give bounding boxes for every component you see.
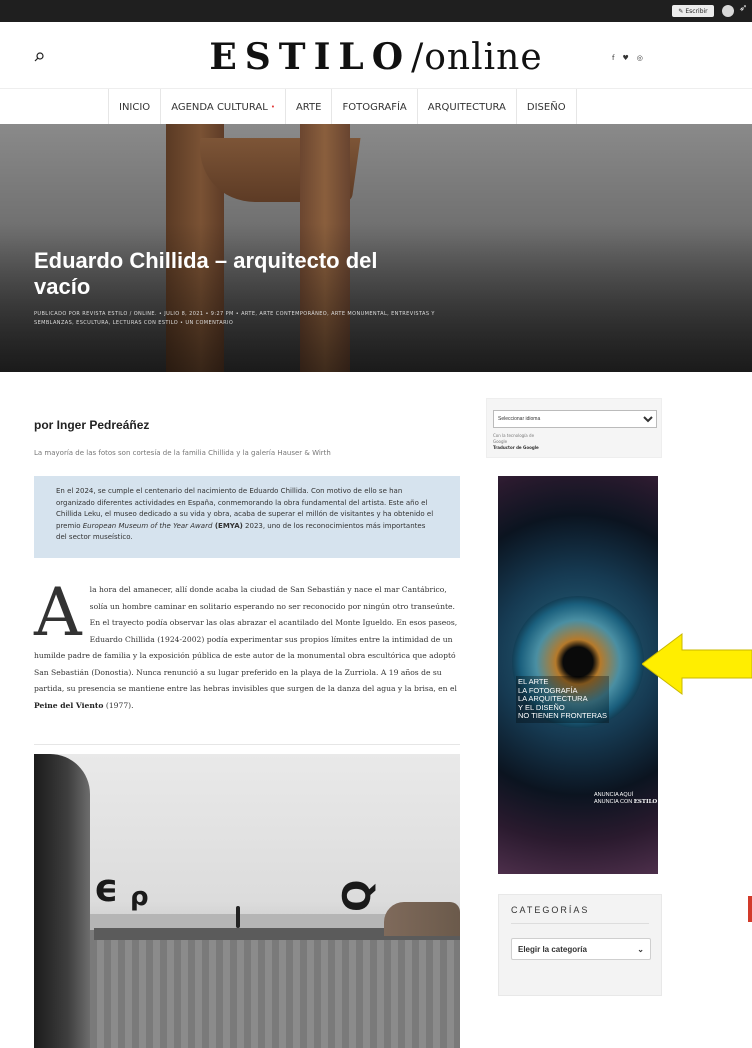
post-title: Eduardo Chillida – arquitecto del vacío <box>34 248 378 299</box>
ad-cta-line: ANUNCIA AQUÍ <box>594 792 634 798</box>
photo-credit: La mayoría de las fotos son cortesía de … <box>34 449 331 457</box>
divider <box>34 744 460 745</box>
nav-label: DISEÑO <box>526 101 566 113</box>
paragraph-text: la hora del amanecer, allí donde acaba l… <box>34 585 458 693</box>
person-figure <box>236 906 240 928</box>
logo-slash: / <box>411 37 425 78</box>
nav-item-agenda[interactable]: AGENDA CULTURAL • <box>161 89 286 125</box>
social-links: f ♥ ◎ <box>612 54 643 62</box>
site-header: ESTILO/online f ♥ ◎ <box>0 22 752 88</box>
ad-banner[interactable]: EL ARTE LA FOTOGRAFÍA LA ARQUITECTURA Y … <box>498 476 658 874</box>
nav-item-inicio[interactable]: INICIO <box>108 89 162 125</box>
write-label: Escribir <box>685 7 708 15</box>
ad-cta-line: ANUNCIA CON <box>594 799 634 805</box>
powered-by: Con la tecnología de Google Traductor de… <box>493 433 655 451</box>
sculpture-icon: ϵ <box>94 866 119 910</box>
post-meta: PUBLICADO POR REVISTA ESTILO / ONLINE. •… <box>34 311 435 326</box>
info-box: En el 2024, se cumple el centenario del … <box>34 476 460 558</box>
language-select[interactable]: Seleccionar idioma <box>493 410 657 428</box>
dropdown-dot-icon: • <box>270 103 275 111</box>
article-body: A la hora del amanecer, allí donde acaba… <box>34 574 460 714</box>
nav-item-fotografia[interactable]: FOTOGRAFÍA <box>332 89 418 125</box>
logo-estilo: ESTILO <box>209 36 412 78</box>
red-marker <box>748 896 752 922</box>
nav-label: ARTE <box>295 101 322 113</box>
nav-item-arquitectura[interactable]: ARQUITECTURA <box>418 89 517 125</box>
category-select[interactable]: Elegir la categoría ⌄ <box>511 938 651 960</box>
nav-label: INICIO <box>119 101 151 113</box>
nav-item-diseno[interactable]: DISEÑO <box>517 89 577 125</box>
artwork-title: Peine del Viento <box>34 700 104 710</box>
avatar[interactable] <box>722 5 734 17</box>
admin-bar: ✎ Escribir ➶ <box>0 0 752 22</box>
write-button[interactable]: ✎ Escribir <box>672 5 714 17</box>
ad-cta-brand: ESTILO <box>633 799 658 805</box>
sculpture-icon: ℺ <box>340 874 376 918</box>
instagram-icon[interactable]: ◎ <box>637 54 643 62</box>
main-nav: INICIO AGENDA CULTURAL • ARTE FOTOGRAFÍA … <box>0 88 752 125</box>
categories-widget: CATEGORÍAS Elegir la categoría ⌄ <box>498 894 662 996</box>
ad-line: NO TIENEN FRONTERAS <box>518 711 608 720</box>
categories-title: CATEGORÍAS <box>511 905 649 924</box>
author-byline: por Inger Pedreáñez <box>34 418 150 432</box>
nav-label: ARQUITECTURA <box>427 101 506 113</box>
award-name: European Museum of the Year Award <box>82 521 213 530</box>
award-acronym: (EMYA) <box>212 521 243 530</box>
ad-text: EL ARTE LA FOTOGRAFÍA LA ARQUITECTURA Y … <box>516 676 610 723</box>
hero-image: Eduardo Chillida – arquitecto del vacío … <box>0 124 752 372</box>
twitter-icon[interactable]: ♥ <box>622 54 628 62</box>
rocket-icon[interactable]: ➶ <box>739 3 747 14</box>
rock <box>384 902 460 936</box>
sculpture-icon: ρ <box>130 882 149 912</box>
category-select-value: Elegir la categoría <box>518 944 587 954</box>
rock <box>34 754 90 1048</box>
article-photo: ϵ ρ ℺ <box>34 754 460 1048</box>
logo-online: online <box>424 37 543 78</box>
facebook-icon[interactable]: f <box>612 54 614 62</box>
translate-link[interactable]: Traductor de Google <box>493 445 539 450</box>
paragraph-text: (1977). <box>103 700 134 710</box>
arrow-left-icon <box>642 633 752 695</box>
language-widget: Seleccionar idioma Con la tecnología de … <box>486 398 662 458</box>
nav-item-arte[interactable]: ARTE <box>286 89 333 125</box>
chevron-down-icon: ⌄ <box>637 944 644 954</box>
ad-cta: ANUNCIA AQUÍ ANUNCIA CON ESTILO <box>594 792 657 806</box>
promenade <box>34 930 460 1048</box>
drop-cap: A <box>34 574 82 651</box>
pencil-icon: ✎ <box>678 7 684 15</box>
nav-label: AGENDA CULTURAL <box>171 101 268 113</box>
nav-label: FOTOGRAFÍA <box>342 101 407 113</box>
